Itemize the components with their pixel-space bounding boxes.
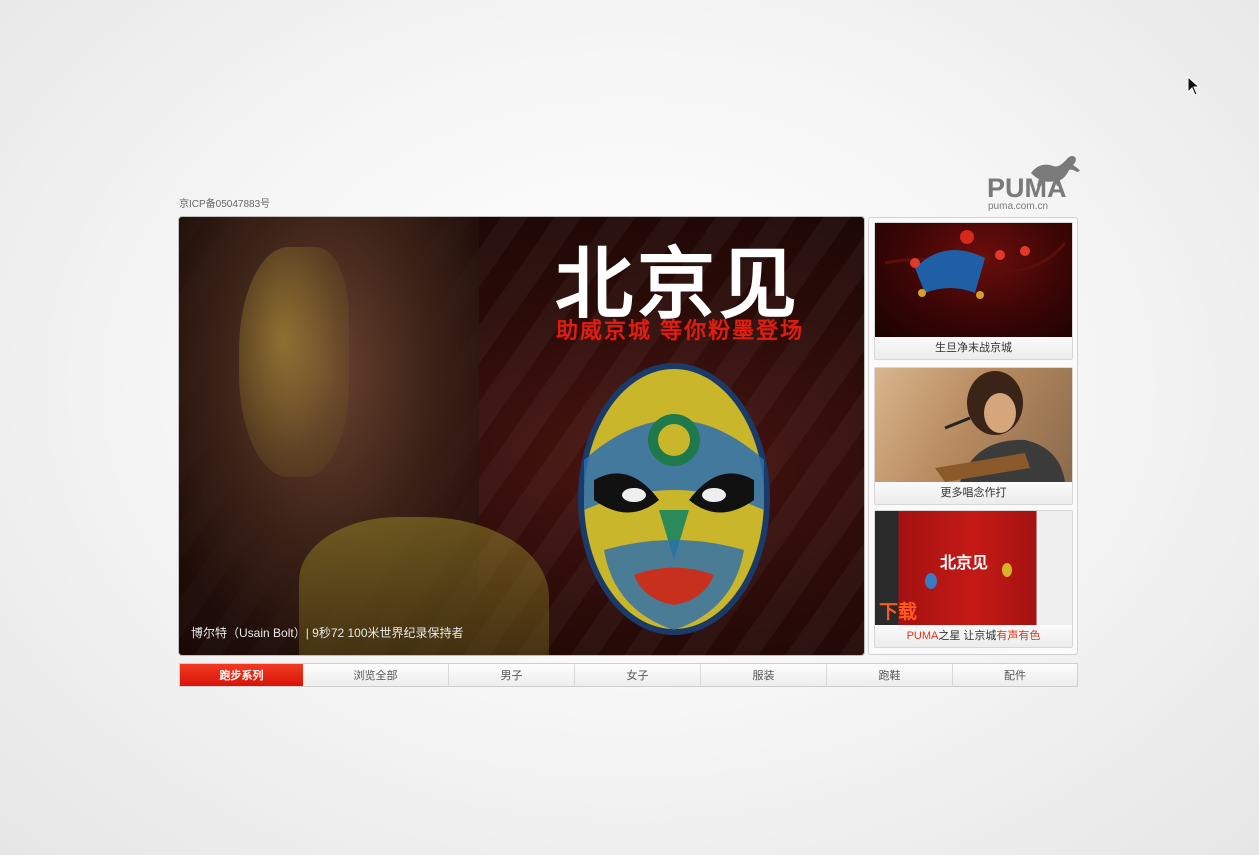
icp-license: 京ICP备05047883号 xyxy=(179,199,271,210)
wallpaper-title: 北京见 xyxy=(940,555,989,572)
singer-image xyxy=(875,368,1072,482)
side-card-singer[interactable]: 更多唱念作打 xyxy=(874,367,1073,505)
puma-logo[interactable]: PUMA puma.com.cn xyxy=(984,153,1080,213)
label-brand: PUMA xyxy=(906,630,939,642)
nav-item-shoes[interactable]: 跑鞋 xyxy=(827,664,953,686)
label-mid: 之星 让京城 xyxy=(938,630,997,642)
side-card-label: 更多唱念作打 xyxy=(875,482,1072,504)
headdress-icon xyxy=(884,230,1067,299)
nav-item-women[interactable]: 女子 xyxy=(575,664,701,686)
nav-item-running[interactable]: 跑步系列 xyxy=(180,664,303,686)
label-highlight: 有声有色 xyxy=(996,630,1041,642)
side-card-label: 生旦净末战京城 xyxy=(875,337,1072,359)
guitar-singer-icon xyxy=(935,371,1065,482)
nav-item-apparel[interactable]: 服装 xyxy=(701,664,827,686)
side-card-download[interactable]: 北京见 下载 PUMA之星 让京城有声有色 xyxy=(874,510,1073,648)
side-card-opera[interactable]: 生旦净末战京城 xyxy=(874,222,1073,360)
side-card-label: PUMA之星 让京城有声有色 xyxy=(875,625,1072,647)
nav-item-men[interactable]: 男子 xyxy=(449,664,575,686)
brand-wordmark: PUMA xyxy=(987,173,1067,203)
nav-item-accessories[interactable]: 配件 xyxy=(953,664,1077,686)
hero-caption: 博尔特（Usain Bolt）| 9秒72 100米世界纪录保持者 xyxy=(191,626,464,640)
side-panel: 生旦净末战京城 更多唱念作打 北京见 下载 PUMA之星 让京城有声有色 xyxy=(868,217,1078,655)
mask-icon xyxy=(925,573,937,589)
brand-url: puma.com.cn xyxy=(988,201,1049,212)
hero-banner[interactable]: 北京见 助威京城 等你粉墨登场 博尔特（Usain Bolt）| 9秒72 10… xyxy=(179,217,864,655)
face-paint xyxy=(239,247,349,477)
hero-subtitle: 助威京城 等你粉墨登场 xyxy=(556,318,805,343)
download-label[interactable]: 下载 xyxy=(879,597,917,624)
opera-headdress-image xyxy=(875,223,1072,337)
mouse-cursor-icon xyxy=(1187,76,1201,96)
mask-icon xyxy=(1002,563,1012,577)
category-nav: 跑步系列 浏览全部 男子 女子 服装 跑鞋 配件 xyxy=(179,663,1078,687)
nav-item-browse-all[interactable]: 浏览全部 xyxy=(303,664,449,686)
opera-mask-icon xyxy=(578,363,770,635)
wallpaper-download-image: 北京见 下载 xyxy=(875,511,1072,625)
